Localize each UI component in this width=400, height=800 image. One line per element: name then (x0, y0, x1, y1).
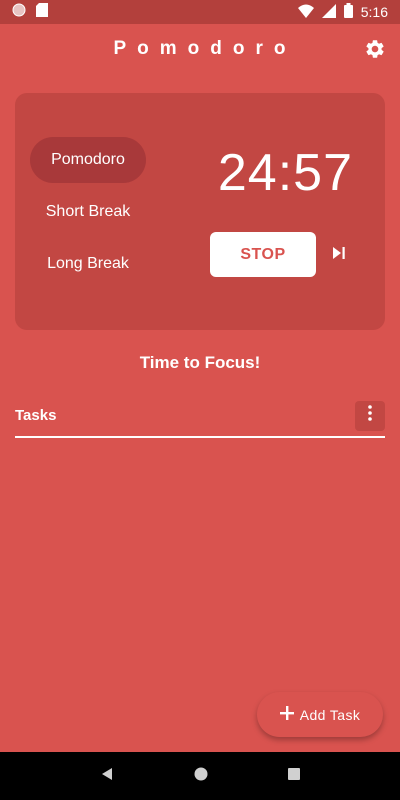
mode-long-break[interactable]: Long Break (30, 241, 146, 287)
add-task-label: Add Task (299, 706, 361, 723)
skip-next-icon (332, 246, 346, 265)
status-bar: 5:16 (0, 0, 400, 24)
sd-card-icon (36, 2, 48, 22)
more-vertical-icon (368, 405, 372, 426)
add-task-button[interactable]: Add Task (257, 692, 383, 737)
stop-button[interactable]: STOP (210, 232, 316, 277)
settings-button[interactable] (362, 38, 388, 64)
timer-display: 24:57 (217, 144, 353, 202)
wifi-icon (297, 4, 314, 21)
mode-short-break[interactable]: Short Break (30, 189, 146, 235)
battery-icon (343, 3, 353, 21)
back-icon[interactable] (100, 767, 114, 786)
skip-button[interactable] (329, 245, 349, 265)
status-time: 5:16 (360, 4, 388, 20)
navigation-bar (0, 752, 400, 800)
signal-icon (321, 3, 336, 21)
tasks-title: Tasks (15, 407, 57, 424)
app-title: Pomodoro (113, 38, 297, 59)
home-icon[interactable] (194, 767, 208, 786)
mode-pomodoro[interactable]: Pomodoro (30, 137, 146, 183)
tasks-header: Tasks (15, 395, 385, 438)
recents-icon[interactable] (288, 767, 300, 785)
timer-card: Pomodoro Short Break Long Break 24:57 ST… (15, 93, 385, 330)
gear-icon (364, 38, 386, 65)
tasks-menu-button[interactable] (355, 400, 385, 431)
focus-message: Time to Focus! (139, 353, 261, 372)
plus-icon (279, 706, 294, 723)
record-icon (12, 3, 26, 22)
mode-list: Pomodoro Short Break Long Break (30, 137, 146, 293)
